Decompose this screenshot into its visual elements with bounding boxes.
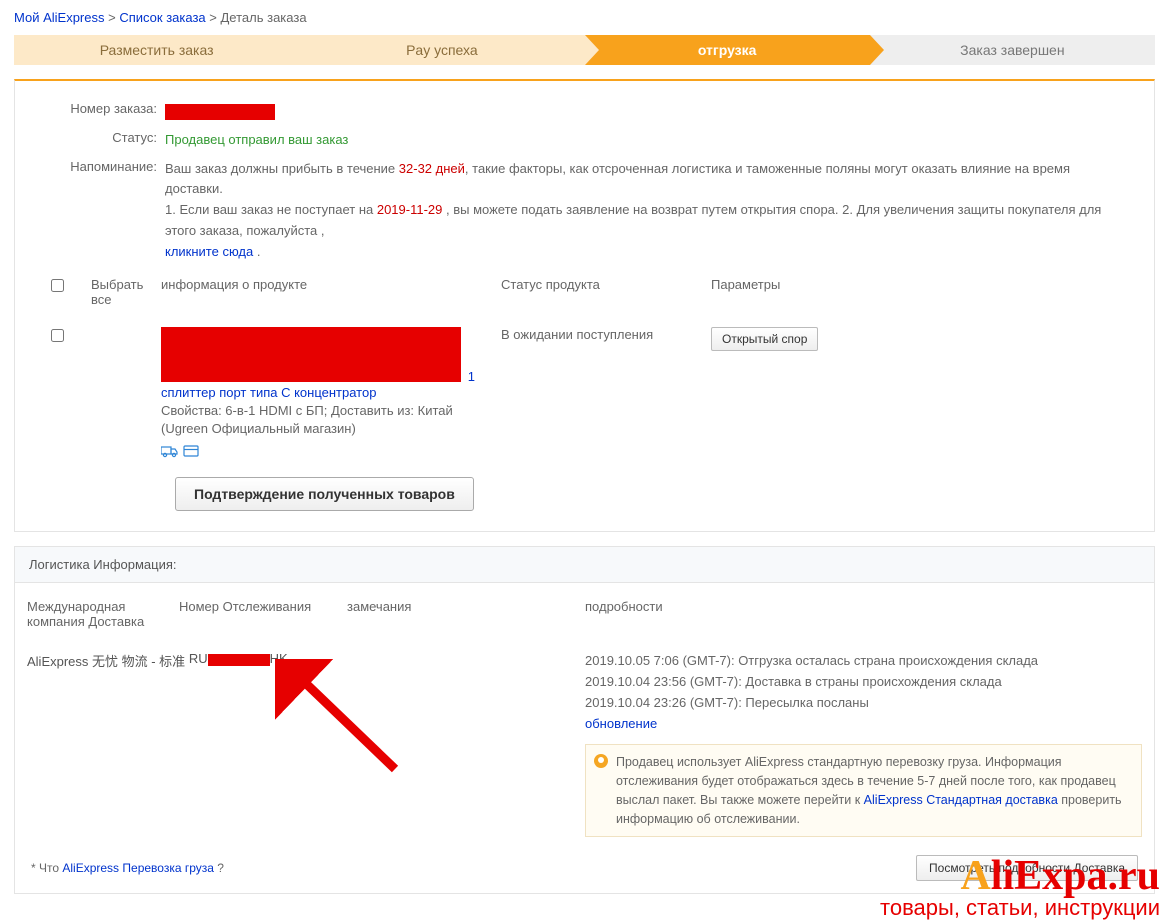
col-details: подробности xyxy=(585,599,1142,629)
col-remarks: замечания xyxy=(347,599,585,629)
product-properties: Свойства: 6-в-1 HDMI с БП; Доставить из:… xyxy=(161,403,453,418)
product-link[interactable]: сплиттер порт типа C концентратор xyxy=(161,385,376,400)
col-company: Международная компания Доставка xyxy=(27,599,179,629)
logistics-company: AliExpress 无忧 物流 - 标准 xyxy=(27,651,185,670)
select-all-checkbox[interactable] xyxy=(51,279,64,292)
breadcrumb-current: Деталь заказа xyxy=(221,10,307,25)
row-checkbox[interactable] xyxy=(51,329,64,342)
col-tracking: Номер Отслеживания xyxy=(179,599,347,629)
tracking-event: 2019.10.04 23:56 (GMT-7): Доставка в стр… xyxy=(585,672,1142,693)
progress-steps: Разместить заказ Pay успеха отгрузка Зак… xyxy=(14,35,1155,65)
order-details-box: Номер заказа: Статус: Продавец отправил … xyxy=(14,79,1155,532)
product-image-redacted: 1 xyxy=(161,327,461,382)
what-shipping: * Что AliExpress Перевозка груза ? xyxy=(31,861,224,875)
step-place-order: Разместить заказ xyxy=(14,35,299,65)
aliexpress-shipping-link[interactable]: AliExpress Перевозка груза xyxy=(62,861,214,875)
watermark: AliExpa.ru товары, статьи, инструкции xyxy=(880,855,1160,921)
logistics-title: Логистика Информация: xyxy=(15,547,1154,583)
breadcrumb-my[interactable]: Мой AliExpress xyxy=(14,10,105,25)
confirm-received-button[interactable]: Подтверждение полученных товаров xyxy=(175,477,474,511)
col-params: Параметры xyxy=(705,277,1114,307)
product-row: 1 сплиттер порт типа C концентратор Свой… xyxy=(45,327,1114,462)
reminder-text: Ваш заказ должны прибыть в течение 32-32… xyxy=(165,159,1114,263)
order-number-redacted xyxy=(165,104,275,120)
order-number-label: Номер заказа: xyxy=(45,101,165,122)
col-product-status: Статус продукта xyxy=(495,277,705,307)
product-store: (Ugreen Официальный магазин) xyxy=(161,421,356,436)
standard-shipping-link[interactable]: AliExpress Стандартная доставка xyxy=(864,793,1058,807)
truck-icon xyxy=(161,445,183,461)
product-qty: 1 xyxy=(468,369,475,384)
tracking-event: 2019.10.04 23:26 (GMT-7): Пересылка посл… xyxy=(585,693,1142,714)
update-link[interactable]: обновление xyxy=(585,716,657,731)
breadcrumb-list[interactable]: Список заказа xyxy=(119,10,205,25)
product-status: В ожидании поступления xyxy=(495,327,705,462)
step-shipment: отгрузка xyxy=(585,35,870,65)
status-label: Статус: xyxy=(45,130,165,151)
click-here-link[interactable]: кликните сюда xyxy=(165,244,253,259)
reminder-label: Напоминание: xyxy=(45,159,165,263)
shipping-note: Продавец использует AliExpress стандартн… xyxy=(585,744,1142,837)
open-dispute-button[interactable]: Открытый спор xyxy=(711,327,818,351)
bulb-icon xyxy=(594,754,608,768)
tracking-event: 2019.10.05 7:06 (GMT-7): Отгрузка остала… xyxy=(585,651,1142,672)
tracking-redacted xyxy=(208,654,270,666)
card-icon xyxy=(183,445,201,461)
tracking-number: RUHK xyxy=(189,651,288,666)
breadcrumb: Мой AliExpress > Список заказа > Деталь … xyxy=(14,10,1155,25)
col-product-info: информация о продукте xyxy=(155,277,495,307)
step-complete: Заказ завершен xyxy=(870,35,1155,65)
step-pay-success: Pay успеха xyxy=(299,35,584,65)
logistics-box: Логистика Информация: Международная комп… xyxy=(14,546,1155,894)
col-select-all: Выбрать все xyxy=(85,277,155,307)
status-value: Продавец отправил ваш заказ xyxy=(165,130,1114,151)
